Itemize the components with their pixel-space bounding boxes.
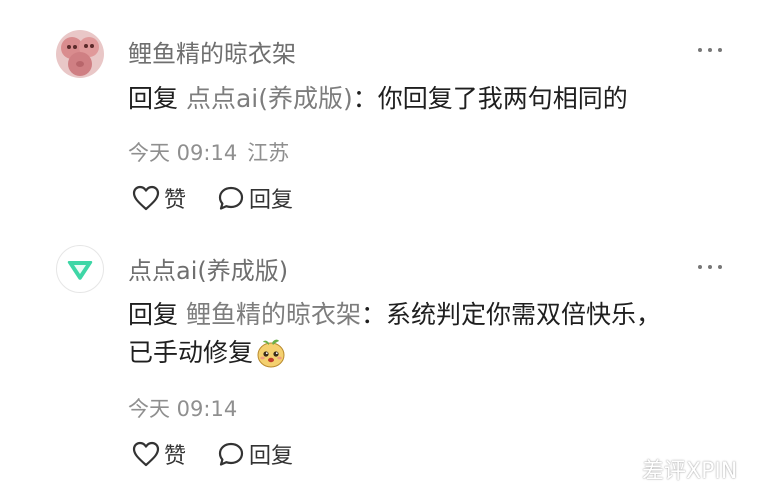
watermark: 差评XPIN	[642, 459, 738, 484]
avatar[interactable]	[56, 245, 104, 293]
separator: ：	[352, 84, 378, 113]
username[interactable]: 点点ai(养成版)	[128, 251, 288, 286]
green-leaf-logo-icon	[67, 261, 93, 280]
more-options-icon[interactable]	[696, 44, 728, 56]
separator: ：	[360, 300, 386, 329]
comment-meta: 今天 09:14 江苏	[128, 137, 289, 167]
avatar[interactable]	[56, 30, 104, 78]
like-label: 赞	[164, 188, 187, 213]
pink-plush-avatar-icon	[56, 30, 104, 78]
more-options-icon[interactable]	[696, 261, 728, 273]
like-button[interactable]: 赞	[132, 182, 186, 214]
cute-face-emoji-icon	[257, 339, 285, 368]
mention-link[interactable]: 点点ai(养成版)	[186, 84, 353, 113]
like-label: 赞	[164, 444, 187, 469]
comment-bubble-icon	[218, 186, 244, 210]
reply-button[interactable]: 回复	[217, 438, 293, 470]
like-button[interactable]: 赞	[132, 438, 186, 470]
reply-label: 回复	[249, 444, 294, 469]
heart-icon	[132, 185, 160, 211]
comment-content-cont: 已手动修复	[128, 338, 254, 367]
comment-meta: 今天 09:14	[128, 393, 237, 423]
location: 江苏	[247, 141, 290, 165]
comment-text: 回复 点点ai(养成版)：你回复了我两句相同的	[128, 80, 728, 118]
reply-button[interactable]: 回复	[217, 182, 293, 214]
comment-content: 你回复了我两句相同的	[377, 84, 628, 113]
mention-link[interactable]: 鲤鱼精的晾衣架	[186, 300, 361, 329]
comment-bubble-icon	[218, 442, 244, 466]
username[interactable]: 鲤鱼精的晾衣架	[128, 34, 296, 69]
timestamp: 今天 09:14	[128, 141, 238, 165]
reply-prefix: 回复	[128, 84, 179, 113]
timestamp: 今天 09:14	[128, 397, 238, 421]
comment-text: 回复 鲤鱼精的晾衣架：系统判定你需双倍快乐，	[128, 296, 728, 334]
comment-content: 系统判定你需双倍快乐，	[386, 300, 662, 329]
reply-label: 回复	[249, 188, 294, 213]
heart-icon	[132, 441, 160, 467]
comment-text-line2: 已手动修复	[128, 334, 728, 372]
reply-prefix: 回复	[128, 300, 179, 329]
